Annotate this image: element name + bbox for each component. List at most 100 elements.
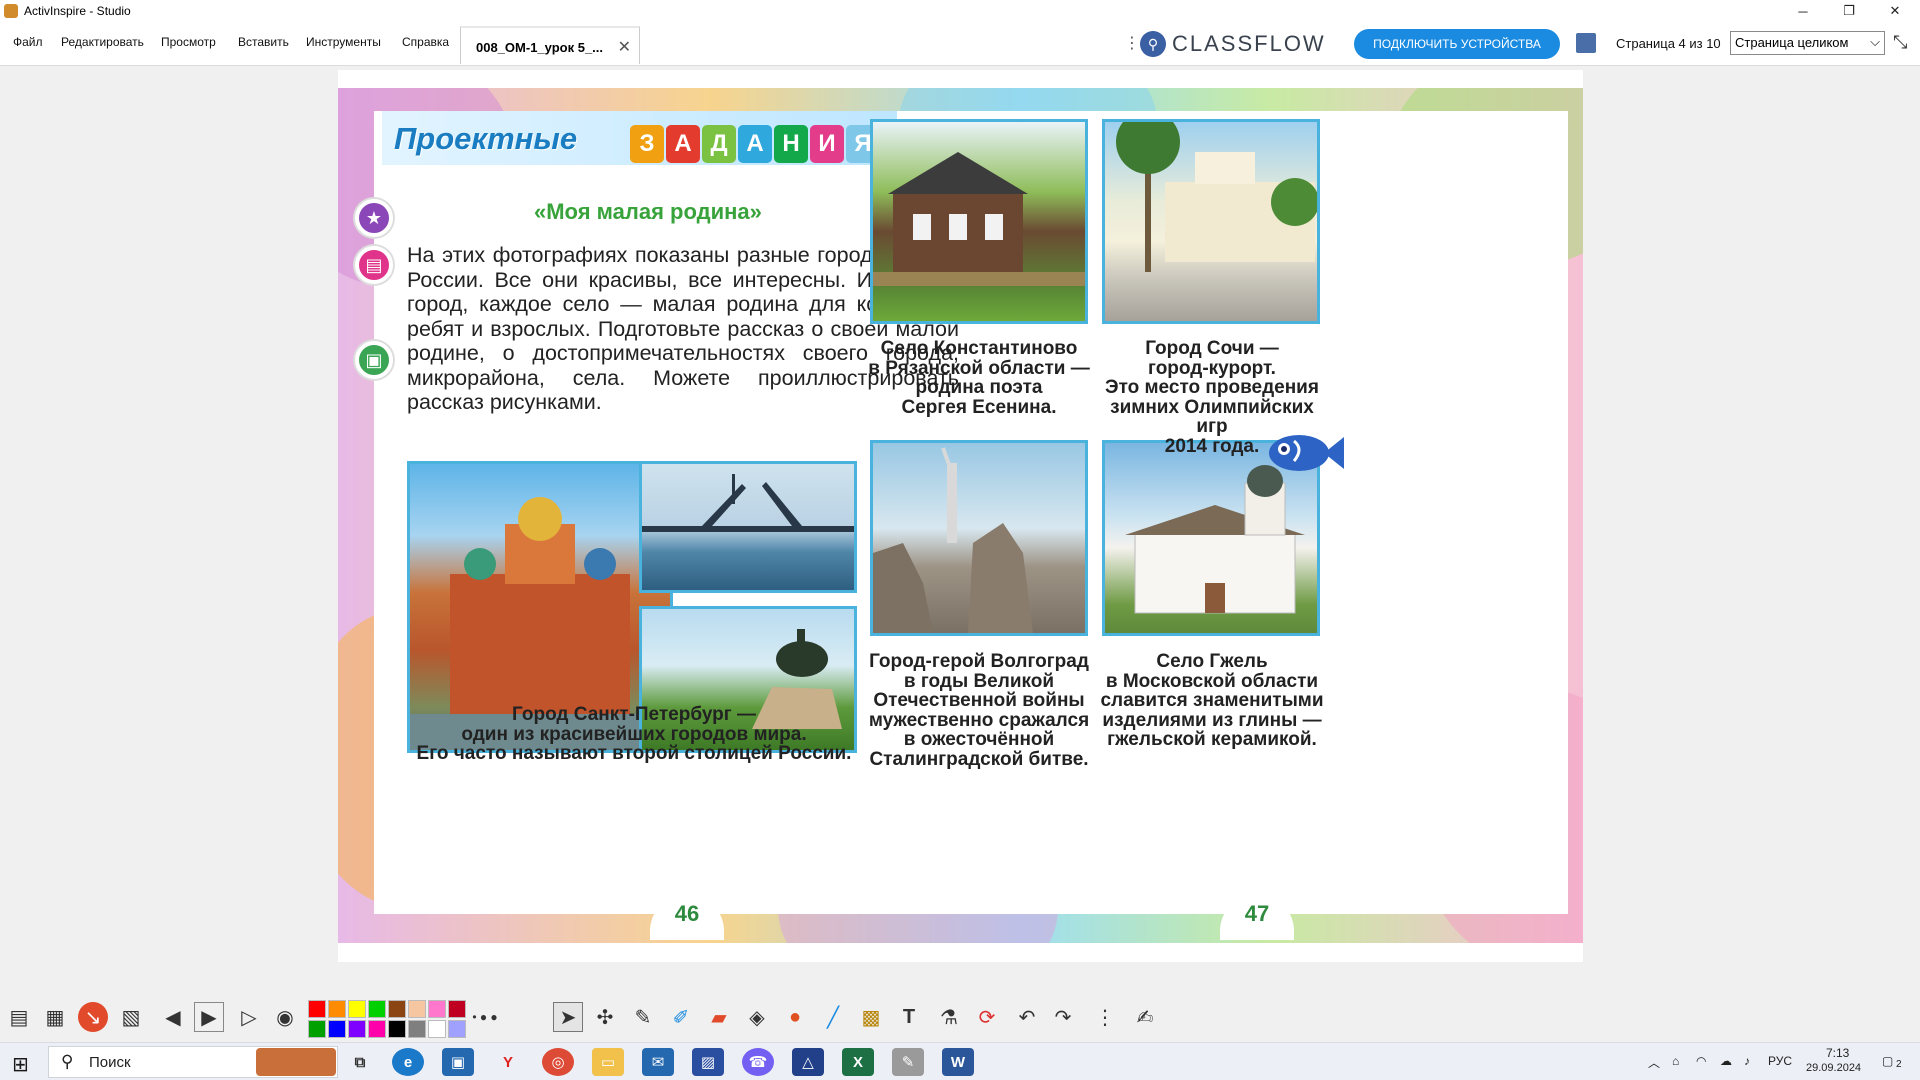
text-tool-icon[interactable]: T [894, 1002, 924, 1032]
color-swatch[interactable] [348, 1020, 366, 1038]
camera-icon[interactable]: ◉ [270, 1002, 300, 1032]
fullscreen-icon[interactable]: ⤡ [1893, 32, 1907, 53]
cloud-icon[interactable]: ☁ [1720, 1054, 1732, 1068]
reset-desktop-icon[interactable]: ↘ [78, 1002, 108, 1032]
menu-help[interactable]: Справка [402, 35, 449, 49]
color-swatch[interactable] [328, 1020, 346, 1038]
menu-tools[interactable]: Инструменты [306, 35, 381, 49]
search-icon: ⚲ [61, 1052, 74, 1071]
activinspire-app-icon [4, 4, 18, 18]
chrome-icon[interactable]: ◎ [542, 1048, 574, 1076]
notifications-count: 2 [1896, 1059, 1902, 1070]
color-swatch[interactable] [408, 1000, 426, 1018]
restore-button[interactable]: ❐ [1826, 0, 1872, 22]
desktop-annotate-icon[interactable]: ▧ [116, 1002, 146, 1032]
clock-time[interactable]: 7:13 [1826, 1046, 1849, 1060]
color-swatch[interactable] [428, 1000, 446, 1018]
yandex-icon[interactable]: Y [492, 1048, 524, 1076]
app-icon[interactable]: △ [792, 1048, 824, 1076]
photo-bridge-spb [639, 461, 857, 593]
document-tab-label: 008_ОМ-1_урок 5_... [476, 40, 604, 55]
redo-icon[interactable]: ↷ [1048, 1002, 1078, 1032]
textbook-pages: Проектные З А Д А Н И Я ★ ▤ ▣ «Моя малая… [355, 111, 1568, 914]
connector-icon[interactable]: ╱ [818, 1002, 848, 1032]
more-tools-icon[interactable]: ⋮ [1090, 1002, 1120, 1032]
photo-konstantinovo [870, 119, 1088, 324]
classflow-icon[interactable]: ⚲ [1140, 31, 1166, 57]
color-swatch[interactable] [368, 1000, 386, 1018]
magic-tools-icon[interactable]: ✣ [590, 1002, 620, 1032]
tools-toolbar: ▤ ▦ ↘ ▧ ◀ ▶ ▷ ◉ • ● ● ➤ ✣ ✎ ✐ ▰ ◈ ● ╱ ▩ … [0, 992, 1920, 1042]
color-swatch[interactable] [368, 1020, 386, 1038]
notifications-icon[interactable]: ▢ [1882, 1054, 1893, 1068]
color-swatch[interactable] [388, 1020, 406, 1038]
eraser-icon[interactable]: ▰ [704, 1002, 734, 1032]
heading-letter: З [630, 125, 664, 163]
previous-page-icon[interactable]: ◀ [158, 1002, 188, 1032]
color-swatch[interactable] [428, 1020, 446, 1038]
menu-insert[interactable]: Вставить [238, 35, 289, 49]
edge-icon[interactable]: e [392, 1048, 424, 1076]
reset-page-icon[interactable]: ⟳ [972, 1002, 1002, 1032]
pen-width-icon[interactable]: • ● ● [470, 1002, 500, 1032]
color-swatch[interactable] [448, 1000, 466, 1018]
highlighter-icon[interactable]: ✐ [666, 1002, 696, 1032]
shape-icon[interactable]: ● [780, 1002, 810, 1032]
heading-letter: Н [774, 125, 808, 163]
color-swatch[interactable] [448, 1020, 466, 1038]
sochi-building-drawing [1116, 122, 1317, 272]
zoom-select[interactable]: Страница целиком ⌵ [1730, 31, 1885, 55]
undo-icon[interactable]: ↶ [1012, 1002, 1042, 1032]
menu-file[interactable]: Файл [13, 35, 43, 49]
menu-edit[interactable]: Редактировать [61, 35, 144, 49]
file-explorer-icon[interactable]: ▭ [592, 1048, 624, 1076]
task-title: «Моя малая родина» [534, 199, 762, 224]
store-icon[interactable]: ▣ [442, 1048, 474, 1076]
windows-start-icon[interactable]: ⊞ [12, 1052, 29, 1077]
excel-icon[interactable]: X [842, 1048, 874, 1076]
color-swatch[interactable] [348, 1000, 366, 1018]
tray-device-icon[interactable]: ⌂ [1672, 1054, 1679, 1068]
menu-view[interactable]: Просмотр [161, 35, 216, 49]
clock-date[interactable]: 29.09.2024 [1806, 1062, 1861, 1074]
document-tab[interactable]: 008_ОМ-1_урок 5_... ✕ [460, 26, 640, 64]
main-menu-icon[interactable]: ▤ [4, 1002, 34, 1032]
search-placeholder: Поиск [89, 1054, 131, 1071]
color-swatch[interactable] [328, 1000, 346, 1018]
pen-icon[interactable]: ✎ [628, 1002, 658, 1032]
classflow-logo: CLASSFLOW [1172, 31, 1326, 56]
connect-devices-button[interactable]: ПОДКЛЮЧИТЬ УСТРОЙСТВА [1354, 29, 1560, 59]
browsers-icon[interactable]: ▦ [40, 1002, 70, 1032]
close-tab-icon[interactable]: ✕ [618, 37, 631, 57]
task-view-icon[interactable]: ⧉ [344, 1048, 376, 1076]
volume-icon[interactable]: ♪ [1744, 1054, 1750, 1068]
viber-icon[interactable]: ☎ [742, 1048, 774, 1076]
word-icon[interactable]: W [942, 1048, 974, 1076]
project-tasks-heading: Проектные З А Д А Н И Я [382, 111, 897, 165]
flipchart-canvas[interactable]: Проектные З А Д А Н И Я ★ ▤ ▣ «Моя малая… [338, 70, 1583, 962]
more-options-icon[interactable]: ⋮ [1124, 33, 1140, 53]
fill-icon[interactable]: ◈ [742, 1002, 772, 1032]
color-swatch[interactable] [308, 1020, 326, 1038]
play-icon[interactable]: ▷ [234, 1002, 264, 1032]
close-button[interactable]: ✕ [1872, 0, 1918, 22]
photos-icon[interactable]: ▨ [692, 1048, 724, 1076]
network-icon[interactable]: ◠ [1696, 1054, 1706, 1068]
mail-icon[interactable]: ✉ [642, 1048, 674, 1076]
clear-icon[interactable]: ⚗ [934, 1002, 964, 1032]
color-swatch[interactable] [408, 1020, 426, 1038]
page-browser-icon[interactable] [1576, 33, 1596, 53]
color-swatch[interactable] [308, 1000, 326, 1018]
search-highlight-image[interactable] [256, 1048, 336, 1076]
select-arrow-icon[interactable]: ➤ [553, 1002, 583, 1032]
minimize-button[interactable]: ─ [1780, 0, 1826, 22]
caption-sochi: Город Сочи — город-курорт. Это место про… [1105, 338, 1319, 457]
keyboard-language[interactable]: РУС [1768, 1054, 1792, 1068]
tray-expand-icon[interactable]: ︿ [1648, 1054, 1660, 1071]
bridge-drawing [642, 474, 854, 532]
toolbox-settings-icon[interactable]: ✍ [1130, 1002, 1160, 1032]
activinspire-taskbar-icon[interactable]: ✎ [892, 1048, 924, 1076]
next-page-icon[interactable]: ▶ [194, 1002, 224, 1032]
resource-library-icon[interactable]: ▩ [856, 1002, 886, 1032]
color-swatch[interactable] [388, 1000, 406, 1018]
